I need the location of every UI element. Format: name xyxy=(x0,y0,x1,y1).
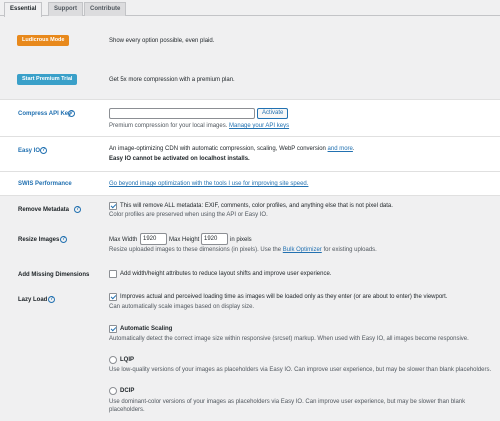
swis-label: SWIS Performance xyxy=(18,181,72,187)
help-icon[interactable]: ? xyxy=(74,206,81,213)
resize-images-label: Resize Images xyxy=(18,237,60,243)
lazy-load-description: Can automatically scale images based on … xyxy=(109,304,255,310)
swis-row: SWIS Performance Go beyond image optimiz… xyxy=(0,171,500,196)
easy-io-description: An image-optimizing CDN with automatic c… xyxy=(109,145,355,153)
remove-metadata-checkbox[interactable] xyxy=(109,202,117,210)
tab-support[interactable]: Support xyxy=(48,2,83,16)
missing-dimensions-checkbox[interactable] xyxy=(109,270,117,278)
max-height-input[interactable]: 1920 xyxy=(201,233,228,245)
manage-api-keys-link[interactable]: Manage your API keys xyxy=(229,123,289,129)
ludicrous-mode-button[interactable]: Ludicrous Mode xyxy=(17,35,70,46)
easy-io-more-link[interactable]: and more xyxy=(328,146,353,152)
remove-metadata-text: This will remove ALL metadata: EXIF, com… xyxy=(120,203,393,209)
easy-io-desc-end: . xyxy=(352,146,355,152)
max-width-label: Max Width xyxy=(109,237,138,243)
api-key-row: Compress API Key ? Activate Premium comp… xyxy=(0,99,500,137)
easy-io-label: Easy IO xyxy=(18,148,41,154)
lqip-radio[interactable] xyxy=(109,356,117,364)
lazy-load-label: Lazy Load xyxy=(18,297,48,303)
lazy-load-text: Improves actual and perceived loading ti… xyxy=(120,294,448,300)
resize-desc-text: Resize uploaded images to these dimensio… xyxy=(109,247,282,253)
automatic-scaling-label: Automatic Scaling xyxy=(120,326,173,332)
lazy-load-checkbox[interactable] xyxy=(109,293,117,301)
settings-tabs: Essential Support Contribute xyxy=(0,0,500,17)
remove-metadata-label: Remove Metadata xyxy=(18,207,70,213)
start-premium-trial-button[interactable]: Start Premium Trial xyxy=(17,74,78,85)
max-height-label: Max Height xyxy=(169,237,200,243)
activate-button[interactable]: Activate xyxy=(257,108,289,119)
dcip-label: DCIP xyxy=(120,388,135,394)
swis-description: Go beyond image optimization with the to… xyxy=(109,180,308,188)
resize-desc-end: for existing uploads. xyxy=(323,247,377,253)
automatic-scaling-checkbox[interactable] xyxy=(109,325,117,333)
lqip-description: Use low-quality versions of your images … xyxy=(109,367,492,373)
easy-io-desc-text: An image-optimizing CDN with automatic c… xyxy=(109,146,326,152)
max-width-input[interactable]: 1920 xyxy=(140,233,167,245)
help-icon[interactable]: ? xyxy=(68,110,75,117)
bulk-optimizer-link[interactable]: Bulk Optimizer xyxy=(283,247,322,253)
missing-dimensions-text: Add width/height attributes to reduce la… xyxy=(120,271,332,277)
resize-unit: in pixels xyxy=(230,237,252,243)
dcip-description: Use dominant-color versions of your imag… xyxy=(109,399,466,413)
missing-dimensions-label: Add Missing Dimensions xyxy=(18,272,90,278)
help-icon[interactable]: ? xyxy=(60,236,67,243)
ludicrous-mode-description: Show every option possible, even plaid. xyxy=(109,38,215,44)
swis-link[interactable]: Go beyond image optimization with the to… xyxy=(109,181,308,187)
help-icon[interactable]: ? xyxy=(40,147,47,154)
tab-essential[interactable]: Essential xyxy=(4,2,43,17)
lqip-label: LQIP xyxy=(120,357,135,363)
help-icon[interactable]: ? xyxy=(48,296,55,303)
resize-description: Resize uploaded images to these dimensio… xyxy=(109,246,377,254)
api-key-label: Compress API Key xyxy=(18,111,72,117)
api-key-desc-text: Premium compression for your local image… xyxy=(109,123,228,129)
easy-io-warning: Easy IO cannot be activated on localhost… xyxy=(109,156,250,162)
easy-io-row: Easy IO ? An image-optimizing CDN with a… xyxy=(0,136,500,172)
api-key-description: Premium compression for your local image… xyxy=(109,122,289,130)
dcip-radio[interactable] xyxy=(109,387,117,395)
automatic-scaling-description: Automatically detect the correct image s… xyxy=(109,336,469,342)
premium-trial-description: Get 5x more compression with a premium p… xyxy=(109,77,235,83)
tab-contribute[interactable]: Contribute xyxy=(84,2,127,16)
remove-metadata-description: Color profiles are preserved when using … xyxy=(109,212,268,218)
api-key-input[interactable] xyxy=(109,108,255,119)
